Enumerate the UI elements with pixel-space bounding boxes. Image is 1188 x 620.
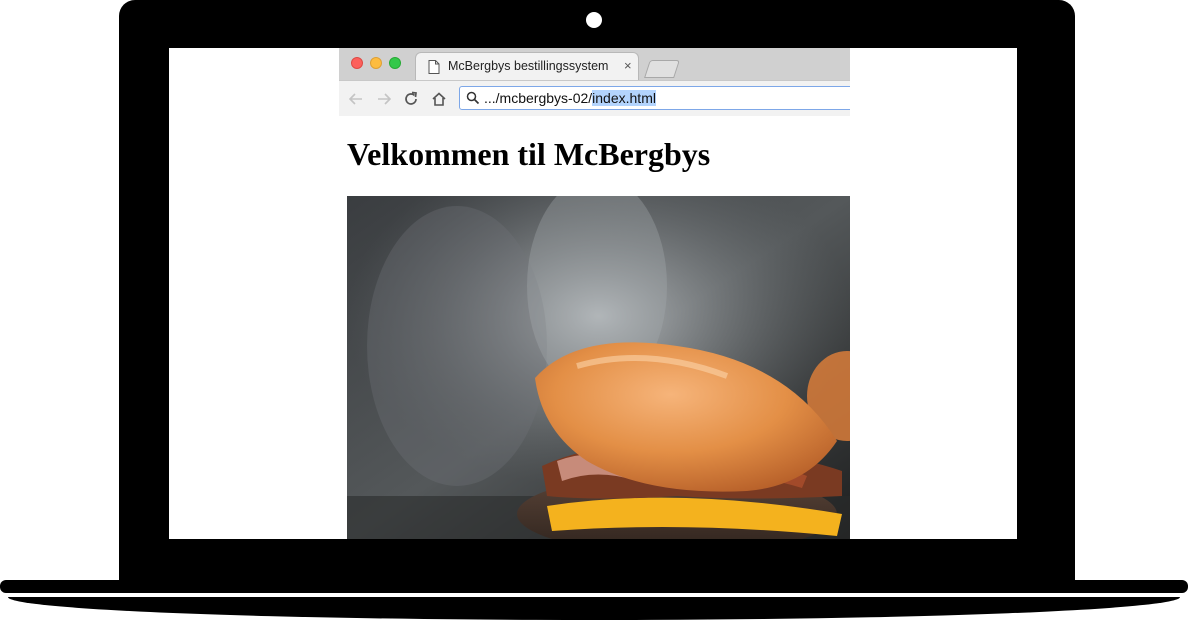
browser-window: McBergbys bestillingssystem × .../mcberg…	[339, 48, 850, 539]
search-icon	[466, 91, 480, 105]
arrow-left-icon[interactable]	[347, 90, 365, 108]
home-icon[interactable]	[430, 90, 448, 108]
laptop-base-edge	[0, 580, 1188, 593]
tab-close-icon[interactable]: ×	[624, 58, 632, 73]
tab-strip: McBergbys bestillingssystem ×	[339, 48, 850, 80]
reload-icon[interactable]	[402, 90, 420, 108]
close-window-button[interactable]	[351, 57, 363, 69]
laptop-screen: McBergbys bestillingssystem × .../mcberg…	[169, 48, 1017, 539]
browser-toolbar: .../mcbergbys-02/index.html	[339, 80, 850, 116]
page-icon	[428, 60, 440, 74]
new-tab-button[interactable]	[644, 60, 680, 78]
url-path: .../mcbergbys-02/	[484, 90, 593, 106]
burger-photo	[347, 196, 850, 539]
url-text[interactable]: .../mcbergbys-02/index.html	[484, 90, 656, 106]
maximize-window-button[interactable]	[389, 57, 401, 69]
tab-active[interactable]: McBergbys bestillingssystem ×	[415, 52, 639, 80]
address-bar[interactable]: .../mcbergbys-02/index.html	[459, 86, 850, 110]
arrow-right-icon[interactable]	[375, 90, 393, 108]
url-selected-text: index.html	[592, 90, 656, 106]
laptop-base	[8, 597, 1180, 620]
minimize-window-button[interactable]	[370, 57, 382, 69]
page-title: Velkommen til McBergbys	[347, 136, 711, 172]
tab-title: McBergbys bestillingssystem	[448, 59, 609, 73]
camera-icon	[586, 12, 602, 28]
